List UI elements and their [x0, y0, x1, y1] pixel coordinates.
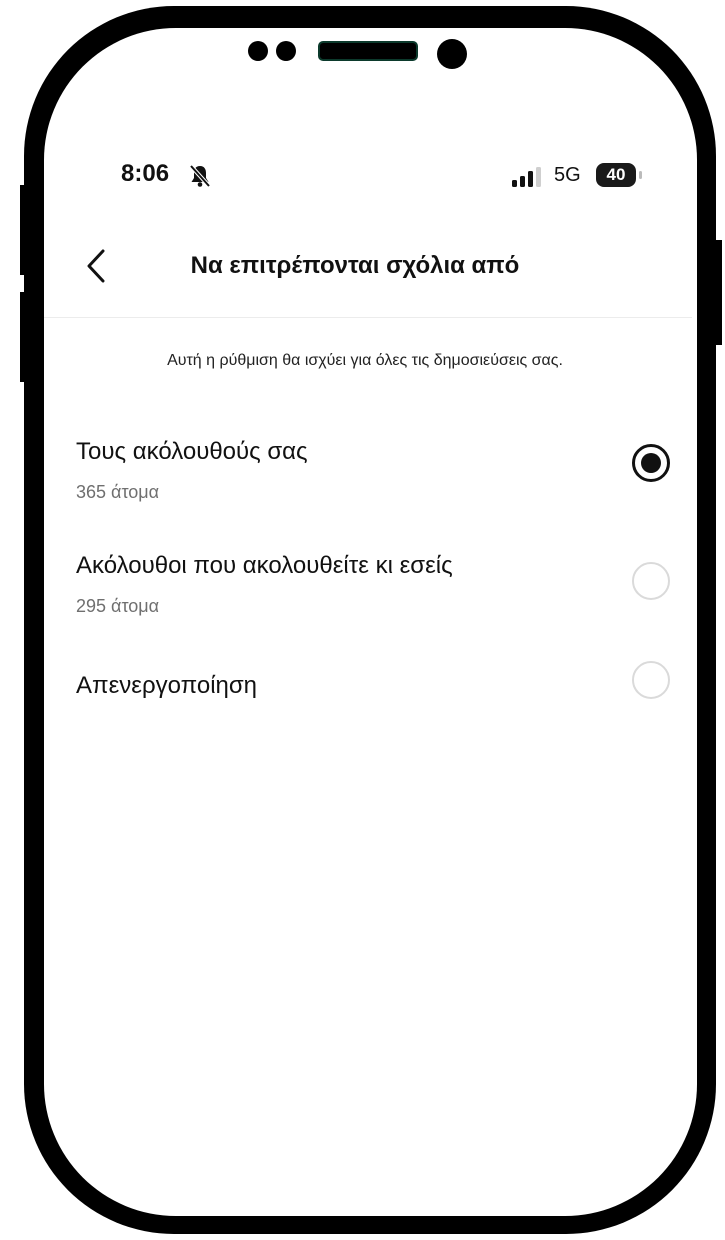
settings-description: Αυτή η ρύθμιση θα ισχύει για όλες τις δη… — [167, 352, 563, 369]
power-button — [712, 240, 722, 345]
option-mutual-followers[interactable]: Ακόλουθοι που ακολουθείτε κι εσείς 295 ά… — [76, 552, 670, 622]
signal-icon — [512, 167, 541, 187]
bell-muted-icon — [189, 164, 211, 188]
header-divider — [44, 317, 692, 318]
page-title: Να επιτρέπονται σχόλια από — [190, 252, 520, 279]
radio-unselected[interactable] — [632, 562, 670, 600]
radio-selected[interactable] — [632, 444, 670, 482]
option-followers[interactable]: Τους ακόλουθούς σας 365 άτομα — [76, 438, 670, 508]
sensor-dot — [248, 41, 268, 61]
option-sublabel: 295 άτομα — [76, 596, 160, 616]
front-camera — [437, 39, 467, 69]
volume-up-button — [20, 185, 32, 275]
option-label: Τους ακόλουθούς σας — [76, 438, 308, 465]
option-label: Απενεργοποίηση — [76, 672, 258, 699]
option-sublabel: 365 άτομα — [76, 482, 160, 502]
network-type: 5G — [554, 164, 581, 186]
option-label: Ακόλουθοι που ακολουθείτε κι εσείς — [76, 552, 453, 579]
sensor-dot — [276, 41, 296, 61]
phone-screen — [44, 28, 697, 1216]
status-time: 8:06 — [121, 160, 170, 187]
volume-down-button — [20, 292, 32, 382]
battery-icon: 40 — [596, 163, 636, 187]
option-disable[interactable]: Απενεργοποίηση — [76, 661, 670, 712]
back-button[interactable] — [82, 246, 112, 286]
radio-unselected[interactable] — [632, 661, 670, 699]
chevron-left-icon — [87, 249, 105, 283]
earpiece-speaker — [318, 41, 418, 61]
battery-tip — [639, 171, 642, 179]
